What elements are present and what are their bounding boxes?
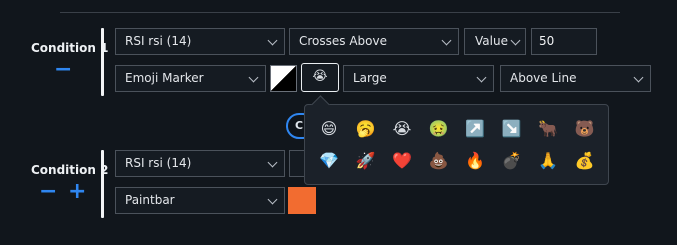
emoji-bull-icon[interactable]: 🐂 <box>535 117 561 141</box>
emoji-rocket-icon[interactable]: 🚀 <box>353 149 379 173</box>
chevron-down-icon <box>510 35 521 46</box>
condition-1-label: Condition 1 <box>31 41 109 55</box>
condition-1-value-input[interactable]: 50 <box>531 28 597 55</box>
condition-2-indicator-value: RSI rsi (14) <box>125 156 192 170</box>
condition-1-bar <box>101 28 104 96</box>
chevron-down-icon <box>267 35 278 46</box>
marker-color-swatch[interactable] <box>270 65 297 92</box>
condition-1-value-type-select[interactable]: Value <box>464 28 526 55</box>
emoji-bomb-icon[interactable]: 💣 <box>499 149 525 173</box>
chevron-down-icon <box>267 194 278 205</box>
chevron-down-icon <box>476 72 487 83</box>
emoji-picker-button[interactable]: 😭 <box>301 63 339 92</box>
condition-2-bar <box>101 150 104 218</box>
emoji-gem-icon[interactable]: 💎 <box>316 149 342 173</box>
remove-condition-2-button[interactable]: − <box>39 181 57 203</box>
chevron-down-icon <box>633 72 644 83</box>
condition-2-marker-type-select[interactable]: Paintbar <box>115 187 285 214</box>
chevron-down-icon <box>441 35 452 46</box>
condition-1-marker-type-value: Emoji Marker <box>125 71 204 85</box>
emoji-money-bag-icon[interactable]: 💰 <box>572 149 598 173</box>
emoji-arrow-down-right-icon[interactable]: ↘️ <box>499 117 525 141</box>
paintbar-color-swatch[interactable] <box>288 187 316 214</box>
chevron-down-icon <box>248 72 259 83</box>
emoji-fire-icon[interactable]: 🔥 <box>462 149 488 173</box>
emoji-bear-icon[interactable]: 🐻 <box>572 117 598 141</box>
condition-1-indicator-select[interactable]: RSI rsi (14) <box>115 28 285 55</box>
condition-1-indicator-value: RSI rsi (14) <box>125 34 192 48</box>
alert-conditions-panel: Condition 1 − RSI rsi (14) Crosses Above… <box>0 0 677 245</box>
condition-1-position-select[interactable]: Above Line <box>500 65 651 92</box>
emoji-crying-icon[interactable]: 😭 <box>389 117 415 141</box>
condition-1-operator-select[interactable]: Crosses Above <box>289 28 459 55</box>
emoji-picker-popover: 😄 🥱 😭 🤢 ↗️ ↘️ 🐂 🐻 💎 🚀 ❤️ 💩 🔥 💣 🙏 💰 <box>304 95 609 185</box>
condition-1-operator-value: Crosses Above <box>299 34 387 48</box>
add-condition-button[interactable]: + <box>68 181 86 203</box>
emoji-sleepy-yawn-icon[interactable]: 🥱 <box>353 117 379 141</box>
remove-condition-1-button[interactable]: − <box>54 59 72 81</box>
emoji-grinning-icon[interactable]: 😄 <box>316 117 342 141</box>
popover-arrow <box>311 95 330 114</box>
condition-1-size-value: Large <box>353 71 387 85</box>
top-divider <box>60 12 620 13</box>
emoji-arrow-up-right-icon[interactable]: ↗️ <box>462 117 488 141</box>
condition-1-position-value: Above Line <box>510 71 577 85</box>
condition-1-value-type-value: Value <box>475 34 508 48</box>
chevron-down-icon <box>267 157 278 168</box>
emoji-nauseated-icon[interactable]: 🤢 <box>426 117 452 141</box>
condition-2-label: Condition 2 <box>31 163 109 177</box>
emoji-pray-icon[interactable]: 🙏 <box>535 149 561 173</box>
condition-1-marker-type-select[interactable]: Emoji Marker <box>115 65 266 92</box>
emoji-poop-icon[interactable]: 💩 <box>426 149 452 173</box>
condition-2-indicator-select[interactable]: RSI rsi (14) <box>115 150 285 177</box>
condition-1-size-select[interactable]: Large <box>343 65 494 92</box>
emoji-heart-icon[interactable]: ❤️ <box>389 149 415 173</box>
condition-2-marker-type-value: Paintbar <box>125 193 175 207</box>
